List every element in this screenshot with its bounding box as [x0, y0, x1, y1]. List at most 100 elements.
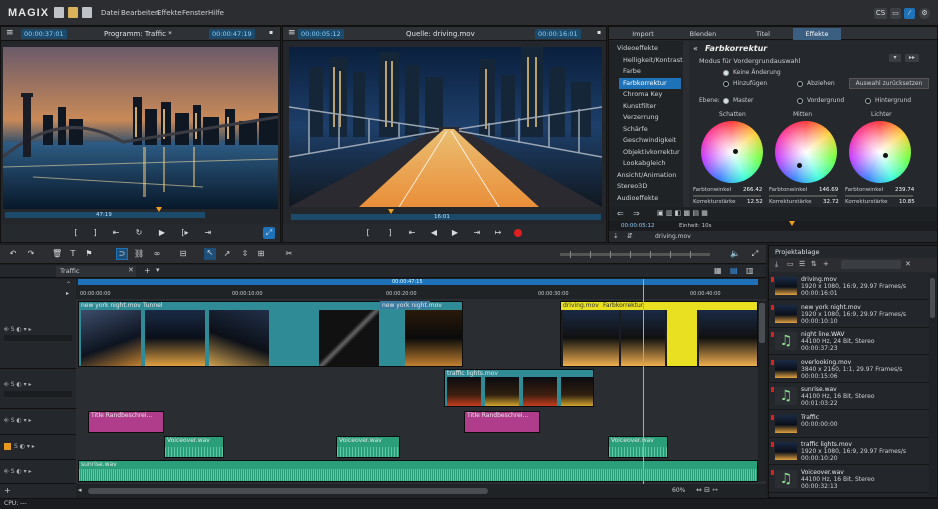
volume-icon[interactable]: 🔈 — [730, 249, 740, 259]
go-to-start-icon[interactable]: ⇤ — [111, 228, 121, 238]
tab-import[interactable]: Import — [613, 28, 673, 40]
ruler-menu-icon[interactable]: ⌃ — [66, 281, 71, 288]
effects-playhead-marker[interactable] — [789, 221, 795, 226]
collapse-icon[interactable]: ⇣ — [613, 232, 619, 240]
project-item[interactable]: driving.mov 1920 x 1080, 16:9, 29.97 Fram… — [769, 274, 929, 300]
add-track-icon[interactable]: + — [4, 486, 11, 495]
play-icon[interactable]: ▶ — [157, 228, 167, 238]
tab-transitions[interactable]: Blenden — [673, 28, 733, 40]
source-timecode-left[interactable]: 00:00:05:12 — [298, 29, 344, 39]
record-icon[interactable] — [514, 229, 522, 237]
go-to-end-icon[interactable]: ⇥ — [203, 228, 213, 238]
video-clip-new-york-night[interactable]: new york night.mov Tunnel — [78, 301, 463, 367]
pointer-tool-icon[interactable]: ↖ — [204, 248, 216, 260]
download-icon[interactable]: ⤓ — [775, 260, 778, 269]
shadows-wheel-handle[interactable] — [733, 149, 738, 154]
zoom-out-icon[interactable]: ⇔ ⊟ ⇿ — [696, 486, 718, 494]
track4-solo-icon[interactable] — [4, 443, 11, 450]
menu-effects[interactable]: Effekte — [157, 9, 182, 17]
source-playhead-marker[interactable] — [388, 209, 394, 214]
audio-clip-sunrise[interactable]: sunrise.wav — [78, 460, 758, 482]
cs-button[interactable]: CS — [874, 8, 887, 19]
source-menu-icon[interactable]: ≡ — [288, 28, 296, 38]
program-timecode-left[interactable]: 00:00:37:01 — [21, 29, 67, 39]
bin-add-icon[interactable]: + — [823, 260, 829, 268]
effect-category-item[interactable]: Geschwindigkeit — [619, 135, 681, 146]
midtones-hue-slider[interactable] — [769, 195, 837, 197]
project-scrollbar[interactable] — [929, 274, 936, 496]
timeline-ruler[interactable]: 00:00:47:15 00:00:00:00 00:00:10:00 00:0… — [76, 279, 766, 299]
skip-icon[interactable]: ▸▸ — [905, 54, 919, 62]
project-item[interactable]: traffic lights.mov 1920 x 1080, 16:9, 29.… — [769, 439, 929, 465]
back-arrow-icon[interactable]: « — [693, 44, 698, 53]
highlights-wheel-handle[interactable] — [883, 153, 888, 158]
video-clip-driving[interactable]: driving.mov Farbkorrektur — [560, 301, 758, 367]
horizontal-scrollbar[interactable] — [88, 488, 488, 494]
highlights-strength-value[interactable]: 10.85 — [899, 199, 915, 205]
source-play-icon[interactable]: ▶ — [450, 228, 460, 238]
folder-icon[interactable]: ▭ — [787, 260, 794, 268]
track2-controls-icon[interactable]: ⎆ S ◐ ▾ ▸ — [4, 381, 32, 389]
timeline-view-icon[interactable]: ▤ — [730, 266, 738, 275]
zoom-level[interactable]: 60% — [672, 487, 685, 494]
highlights-hue-value[interactable]: 239.74 — [895, 187, 914, 193]
search-clear-icon[interactable]: ✕ — [905, 260, 911, 268]
source-go-end-icon[interactable]: ⇥ — [472, 228, 482, 238]
midtones-wheel-handle[interactable] — [797, 163, 802, 168]
effects-mode-icon[interactable]: ⁄ — [904, 8, 915, 19]
midtones-strength-value[interactable]: 32.72 — [823, 199, 839, 205]
mark-in-icon[interactable]: [ — [71, 228, 81, 238]
radio-master[interactable] — [723, 98, 729, 104]
hamburger-menu-icon[interactable]: ≡ — [6, 28, 14, 38]
effect-category-item[interactable]: Ansicht/Animation — [613, 170, 683, 181]
settings-gear-icon[interactable]: ⚙ — [919, 8, 930, 19]
mark-out-icon[interactable]: ] — [90, 228, 100, 238]
tab-traffic[interactable]: Traffic — [56, 266, 136, 277]
midtones-hue-value[interactable]: 146.69 — [819, 187, 838, 193]
project-search-input[interactable] — [841, 260, 901, 269]
track4-controls-icon[interactable]: S ◐ ▾ ▸ — [14, 443, 35, 450]
fullscreen-timeline-icon[interactable]: ⤢ — [750, 249, 760, 259]
effect-category-item[interactable]: Videoeffekte — [613, 43, 683, 54]
shadows-hue-value[interactable]: 266.42 — [743, 187, 762, 193]
radio-foreground[interactable] — [797, 98, 803, 104]
source-mark-in-icon[interactable]: [ — [363, 228, 373, 238]
track2-name-field[interactable] — [4, 391, 72, 397]
split-icon[interactable]: ⊟ — [178, 249, 188, 259]
trim-tool-icon[interactable]: ⇳ — [240, 249, 250, 259]
next-marker-icon[interactable]: [▸ — [180, 228, 190, 238]
menu-file[interactable]: Datei — [101, 9, 120, 17]
title-clip-2[interactable]: Title Randbeschrei... — [464, 411, 540, 433]
effect-category-item[interactable]: Farbkorrektur — [619, 77, 681, 89]
source-mark-out-icon[interactable]: ] — [385, 228, 395, 238]
title-clip-1[interactable]: Title Randbeschrei... — [88, 411, 164, 433]
effect-category-item[interactable]: Lookabgleich — [619, 158, 681, 169]
source-maximize-icon[interactable]: ▪ — [597, 29, 601, 36]
source-go-start-icon[interactable]: ⇤ — [407, 228, 417, 238]
nav-right-icon[interactable]: ⇒ — [633, 209, 640, 218]
insert-to-timeline-icon[interactable]: ↦ — [493, 228, 503, 238]
project-item[interactable]: overlooking.mov 3840 x 2160, 1:1, 29.97 F… — [769, 357, 929, 383]
effect-category-item[interactable]: Kunstfilter — [619, 101, 681, 112]
track1-name-field[interactable] — [4, 335, 72, 341]
scroll-left-icon[interactable]: ◂ — [78, 486, 82, 494]
tab-titles[interactable]: Titel — [733, 28, 793, 40]
effects-mini-timeline[interactable]: 00:00:05:12 Einheit: 10s — [609, 221, 937, 231]
menu-help[interactable]: Hilfe — [208, 9, 224, 17]
highlights-color-wheel[interactable] — [849, 121, 911, 183]
dropdown-arrow-icon[interactable]: ▾ — [889, 54, 901, 62]
save-preset-icon[interactable]: ▣ ▥ ◧ ▩ ▤ ▦ — [657, 209, 708, 217]
project-item[interactable]: new york night.mov 1920 x 1080, 16:9, 29.… — [769, 302, 929, 328]
radio-background[interactable] — [865, 98, 871, 104]
redo-icon[interactable]: ↷ — [26, 249, 36, 259]
track5-controls-icon[interactable]: ⎆ S ◐ ▾ ▸ — [4, 468, 32, 476]
open-folder-icon[interactable] — [68, 7, 78, 18]
program-playhead-marker[interactable] — [156, 207, 162, 212]
source-timecode-right[interactable]: 00:00:16:01 — [535, 29, 581, 39]
audio-clip-voiceover-1[interactable]: Voiceover.wav — [164, 436, 224, 458]
source-prev-frame-icon[interactable]: ◀ — [429, 228, 439, 238]
effect-category-item[interactable]: Audioeffekte — [613, 193, 683, 204]
ruler-marker-icon[interactable]: ▸ — [66, 290, 69, 297]
audio-clip-voiceover-3[interactable]: Voiceover.wav — [608, 436, 668, 458]
range-tool-icon[interactable]: ↗ — [222, 249, 232, 259]
